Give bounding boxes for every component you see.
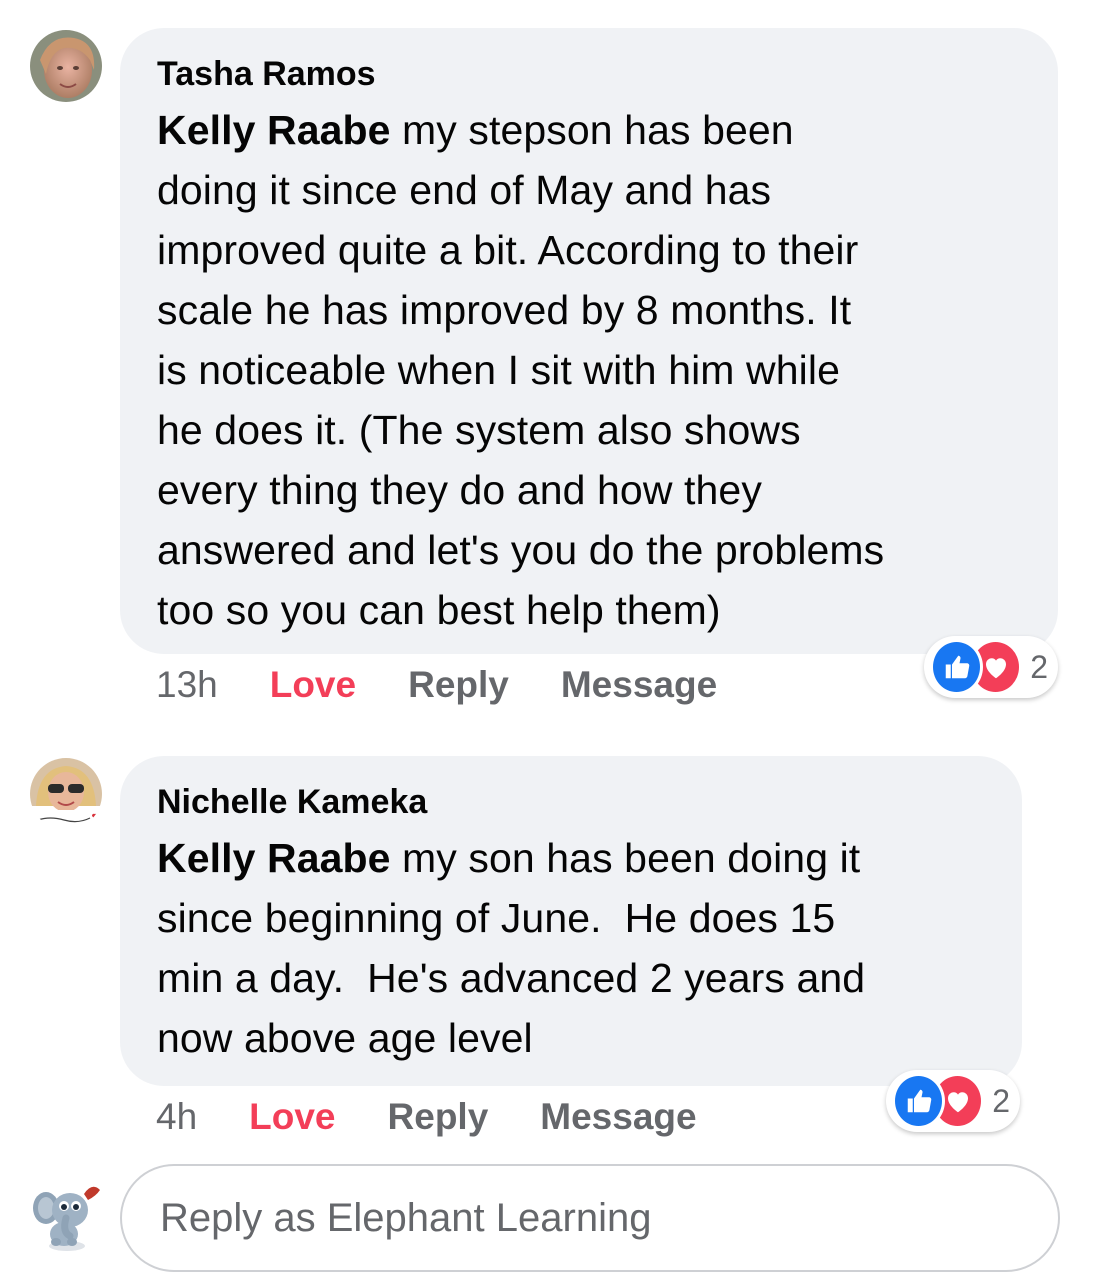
reply-input[interactable]	[158, 1194, 1022, 1242]
reactions-summary[interactable]: 2	[924, 636, 1058, 698]
comment-line: doing it since end of May and has	[157, 167, 772, 213]
comment-timestamp[interactable]: 13h	[156, 664, 218, 706]
comment-bubble: Tasha Ramos Kelly Raabe my stepson has b…	[120, 28, 1058, 654]
comment-actions: 4h Love Reply Message	[156, 1092, 749, 1142]
thumbs-up-icon	[892, 1073, 946, 1129]
comment-line: answered and let's you do the problems	[157, 527, 885, 573]
mention-link[interactable]: Kelly Raabe	[157, 107, 391, 153]
comment-text: Kelly Raabe my son has been doing it sin…	[157, 828, 986, 1068]
comment-line: is noticeable when I sit with him while	[157, 347, 840, 393]
reply-button[interactable]: Reply	[388, 1096, 489, 1138]
reply-composer[interactable]	[120, 1164, 1060, 1272]
comment-line: every thing they do and how they	[157, 467, 762, 513]
comment-line: my stepson has been	[390, 107, 794, 153]
thumbs-up-icon	[930, 639, 984, 695]
comment-line: scale he has improved by 8 months. It	[157, 287, 852, 333]
comment-text: Kelly Raabe my stepson has been doing it…	[157, 100, 1022, 640]
comment-author[interactable]: Tasha Ramos	[157, 52, 1022, 96]
message-button[interactable]: Message	[540, 1096, 696, 1138]
avatar-tasha-ramos[interactable]	[30, 30, 102, 102]
reply-button[interactable]: Reply	[408, 664, 509, 706]
comment-author[interactable]: Nichelle Kameka	[157, 780, 986, 824]
message-button[interactable]: Message	[561, 664, 717, 706]
reaction-count: 2	[1030, 648, 1048, 685]
avatar-nichelle-kameka[interactable]	[30, 758, 102, 830]
mention-link[interactable]: Kelly Raabe	[157, 835, 391, 881]
comment-line: now above age level	[157, 1015, 533, 1061]
reaction-count: 2	[992, 1082, 1010, 1119]
reactions-summary[interactable]: 2	[886, 1070, 1020, 1132]
comment-actions: 13h Love Reply Message	[156, 660, 769, 710]
comment-timestamp[interactable]: 4h	[156, 1096, 197, 1138]
comment-bubble: Nichelle Kameka Kelly Raabe my son has b…	[120, 756, 1022, 1086]
comment-line: my son has been doing it	[390, 835, 861, 881]
love-button[interactable]: Love	[270, 664, 356, 706]
comment-line: min a day. He's advanced 2 years and	[157, 955, 866, 1001]
love-button[interactable]: Love	[249, 1096, 335, 1138]
comment-line: too so you can best help them)	[157, 587, 721, 633]
avatar-elephant-learning	[30, 1180, 104, 1254]
comment-line: improved quite a bit. According to their	[157, 227, 859, 273]
comment-line: since beginning of June. He does 15	[157, 895, 836, 941]
comment-line: he does it. (The system also shows	[157, 407, 801, 453]
